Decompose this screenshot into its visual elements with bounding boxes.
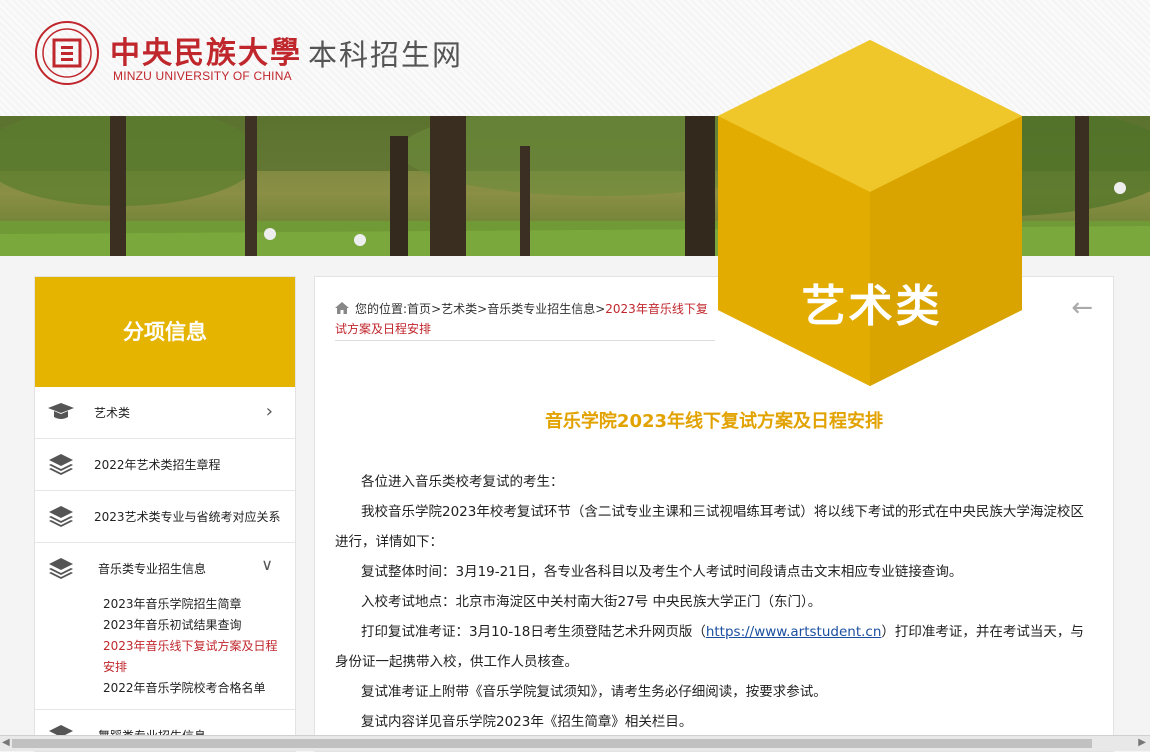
home-icon: [335, 302, 349, 314]
breadcrumb-music-link[interactable]: 音乐类专业招生信息: [487, 302, 595, 316]
layers-icon: [49, 506, 73, 527]
article-paragraph: 复试内容详见音乐学院2023年《招生简章》相关栏目。: [361, 714, 693, 730]
print-text-before: 打印复试准考证：3月10-18日考生须登陆艺术升网页版（: [361, 624, 706, 640]
sidebar-item-art[interactable]: 艺术类 ›: [35, 387, 295, 439]
breadcrumb-art-link[interactable]: 艺术类: [441, 302, 477, 316]
category-hexagon-badge: [718, 40, 1022, 386]
graduation-cap-icon: [48, 403, 74, 419]
submenu-item[interactable]: 2023年音乐初试结果查询: [103, 615, 289, 636]
breadcrumb-separator: >: [477, 302, 488, 316]
sidebar-item-label: 音乐类专业招生信息: [98, 562, 207, 576]
breadcrumb-separator: >: [431, 302, 442, 316]
article-paragraph: 我校音乐学院2023年校考复试环节（含二试专业主课和三试视唱练耳考试）将以线下考…: [335, 504, 1084, 550]
article-paragraph: 复试整体时间：3月19-21日，各专业各科目以及考生个人考试时间段请点击文末相应…: [361, 564, 963, 580]
submenu-item[interactable]: 2022年音乐学院校考合格名单: [103, 678, 289, 699]
scroll-left-icon[interactable]: ◀: [2, 737, 10, 748]
sidebar-heading: 分项信息: [35, 277, 295, 387]
sidebar-item-label: 2023艺术类专业与省统考对应关系: [94, 510, 281, 524]
university-name-cn[interactable]: 中央民族大學: [110, 28, 302, 72]
article-paragraph: 打印复试准考证：3月10-18日考生须登陆艺术升网页版（https://www.…: [335, 617, 1091, 677]
article-paragraph: 各位进入音乐类校考复试的考生：: [361, 474, 564, 490]
artstudent-link[interactable]: https://www.artstudent.cn: [706, 624, 882, 640]
article-body: 各位进入音乐类校考复试的考生： 我校音乐学院2023年校考复试环节（含二试专业主…: [335, 467, 1091, 737]
scrollbar-thumb[interactable]: [12, 739, 1092, 748]
submenu-item-active[interactable]: 2023年音乐线下复试方案及日程安排: [103, 636, 289, 678]
site-title[interactable]: 本科招生网: [308, 32, 463, 74]
chevron-down-icon[interactable]: ∨: [261, 555, 273, 574]
breadcrumb-separator: >: [595, 302, 606, 316]
university-name-en[interactable]: MINZU UNIVERSITY OF CHINA: [113, 69, 292, 83]
sidebar-item-2023-correspondence[interactable]: 2023艺术类专业与省统考对应关系: [35, 491, 295, 543]
article-paragraph: 复试准考证上附带《音乐学院复试须知》，请考生务必仔细阅读，按要求参试。: [361, 684, 827, 700]
horizontal-scrollbar[interactable]: ◀ ▶: [0, 735, 1150, 751]
chevron-right-icon: ›: [265, 401, 273, 422]
back-arrow-icon[interactable]: ←: [1071, 293, 1093, 323]
scroll-right-icon[interactable]: ▶: [1138, 737, 1146, 748]
breadcrumb-home-link[interactable]: 首页: [407, 302, 431, 316]
university-emblem-icon[interactable]: [34, 20, 100, 86]
sidebar-item-label: 2022年艺术类招生章程: [94, 458, 221, 472]
sidebar-item-2022-charter[interactable]: 2022年艺术类招生章程: [35, 439, 295, 491]
submenu-item[interactable]: 2023年音乐学院招生简章: [103, 594, 289, 615]
sidebar: 分项信息 艺术类 › 2022年艺术类招生章程 2023艺术类专业与省统考对应关…: [34, 276, 296, 752]
category-label: 艺术类: [801, 281, 943, 332]
breadcrumb: 您的位置:首页>艺术类>音乐类专业招生信息>2023年音乐线下复试方案及日程安排: [335, 299, 715, 341]
layers-icon: [49, 454, 73, 475]
sidebar-submenu: 2023年音乐学院招生简章 2023年音乐初试结果查询 2023年音乐线下复试方…: [35, 594, 295, 699]
sidebar-item-label: 艺术类: [94, 406, 131, 420]
layers-icon: [49, 558, 73, 579]
article-title: 音乐学院2023年线下复试方案及日程安排: [544, 411, 884, 432]
article-paragraph: 入校考试地点：北京市海淀区中关村南大街27号 中央民族大学正门（东门）。: [361, 594, 822, 610]
sidebar-item-music[interactable]: 音乐类专业招生信息 ∨ 2023年音乐学院招生简章 2023年音乐初试结果查询 …: [35, 543, 295, 710]
breadcrumb-prefix: 您的位置:: [355, 302, 408, 316]
